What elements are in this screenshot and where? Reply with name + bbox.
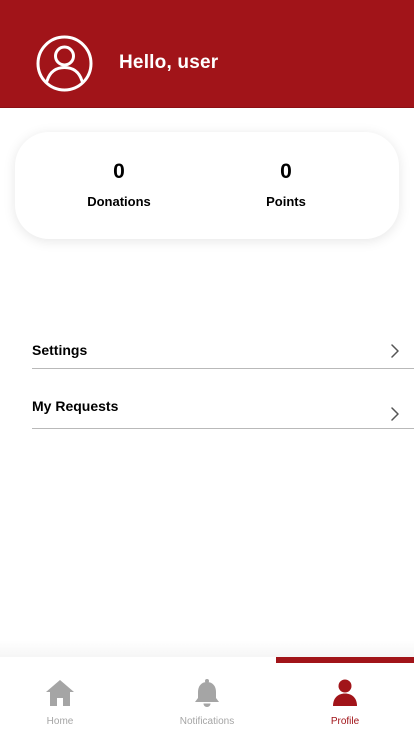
bottom-tab-bar: Home Notifications Profile (0, 657, 414, 736)
stats-card: 0 Donations 0 Points (15, 132, 399, 239)
my-requests-label: My Requests (32, 398, 119, 414)
person-icon (333, 679, 357, 706)
tab-home[interactable]: Home (0, 657, 120, 736)
profile-header: Hello, user (0, 0, 414, 108)
home-icon (46, 680, 74, 706)
tab-home-label: Home (46, 716, 74, 727)
points-label: Points (266, 194, 306, 209)
greeting-text: Hello, user (119, 52, 219, 73)
chevron-right-icon (391, 407, 399, 421)
points-stat: 0 Points (216, 160, 356, 209)
tab-profile-label: Profile (330, 716, 360, 727)
points-count: 0 (280, 160, 292, 183)
settings-menu-item[interactable]: Settings (32, 330, 414, 369)
profile-screen: Hello, user 0 Donations 0 Points Setting… (0, 0, 414, 736)
my-requests-menu-item[interactable]: My Requests (32, 386, 414, 429)
donations-count: 0 (113, 160, 125, 183)
bell-icon (195, 679, 219, 707)
tabbar-shadow (0, 640, 414, 658)
donations-label: Donations (87, 194, 151, 209)
tab-notifications-label: Notifications (179, 716, 235, 727)
tab-notifications[interactable]: Notifications (138, 657, 276, 736)
chevron-right-icon (391, 344, 399, 358)
active-tab-indicator (276, 657, 414, 663)
tab-profile[interactable]: Profile (276, 657, 414, 736)
user-circle-icon[interactable] (36, 35, 93, 92)
settings-label: Settings (32, 342, 88, 358)
donations-stat: 0 Donations (49, 160, 189, 209)
